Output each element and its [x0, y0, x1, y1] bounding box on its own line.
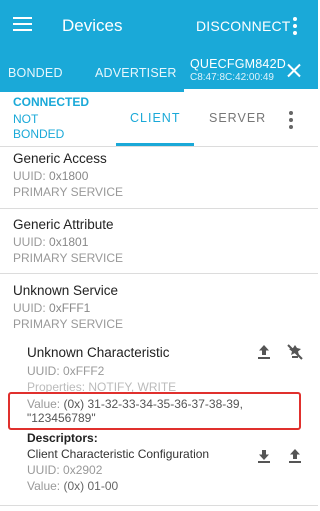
- uuid-label: UUID:: [13, 301, 46, 315]
- page-title: Devices: [62, 16, 123, 35]
- service-type: PRIMARY SERVICE: [13, 251, 124, 265]
- service-name: Generic Access: [13, 151, 107, 166]
- tab-client[interactable]: CLIENT: [130, 111, 180, 125]
- device-tab-bar: BONDED ADVERTISER QUECFGM842D C8:47:8C:4…: [0, 52, 318, 92]
- service-type: PRIMARY SERVICE: [13, 185, 124, 199]
- divider: [0, 208, 318, 209]
- value-label: Value:: [27, 479, 61, 493]
- descriptor-uuid: 0x2902: [63, 463, 103, 477]
- more-vert-icon[interactable]: [289, 111, 293, 132]
- uuid-label: UUID:: [27, 364, 60, 378]
- hamburger-icon[interactable]: [13, 17, 32, 31]
- tab-server[interactable]: SERVER: [209, 111, 266, 125]
- upload-icon[interactable]: [286, 447, 304, 465]
- download-icon[interactable]: [255, 447, 273, 465]
- descriptor-item[interactable]: Descriptors: Client Characteristic Confi…: [27, 431, 267, 493]
- descriptor-value: (0x) 01-00: [63, 479, 119, 493]
- service-uuid: 0x1800: [49, 169, 89, 183]
- uuid-label: UUID:: [13, 169, 46, 183]
- service-item[interactable]: Unknown Service UUID: 0xFFF1 PRIMARY SER…: [13, 283, 123, 331]
- device-mac: C8:47:8C:42:00:49: [190, 72, 274, 83]
- connection-state: CONNECTED: [13, 95, 90, 109]
- upload-icon[interactable]: [255, 343, 273, 361]
- connection-status-bar: CONNECTED NOT BONDED CLIENT SERVER: [0, 92, 318, 146]
- uuid-label: UUID:: [27, 463, 60, 477]
- descriptors-heading: Descriptors:: [27, 431, 98, 445]
- tab-device[interactable]: QUECFGM842D C8:47:8C:42:00:49: [190, 57, 286, 83]
- close-icon[interactable]: [287, 63, 301, 77]
- service-name: Unknown Service: [13, 283, 119, 298]
- service-item[interactable]: Generic Access UUID: 0x1800 PRIMARY SERV…: [13, 151, 123, 199]
- uuid-label: UUID:: [13, 235, 46, 249]
- divider: [0, 273, 318, 274]
- descriptor-name: Client Characteristic Configuration: [27, 447, 210, 461]
- characteristic-uuid: 0xFFF2: [63, 364, 105, 378]
- service-item[interactable]: Generic Attribute UUID: 0x1801 PRIMARY S…: [13, 217, 123, 265]
- bond-state: NOT BONDED: [13, 112, 65, 141]
- tab-advertiser[interactable]: ADVERTISER: [95, 66, 177, 80]
- service-name: Generic Attribute: [13, 217, 114, 232]
- disconnect-button[interactable]: DISCONNECT: [196, 18, 291, 34]
- value-highlight-box: [8, 392, 301, 430]
- notifications-off-icon[interactable]: [286, 343, 304, 361]
- service-uuid: 0x1801: [49, 235, 89, 249]
- device-name: QUECFGM842D: [190, 57, 286, 71]
- service-type: PRIMARY SERVICE: [13, 317, 124, 331]
- more-vert-icon[interactable]: [293, 17, 297, 38]
- app-bar: Devices DISCONNECT: [0, 0, 318, 52]
- divider: [0, 505, 318, 506]
- service-uuid: 0xFFF1: [49, 301, 91, 315]
- divider: [0, 146, 318, 147]
- tab-bonded[interactable]: BONDED: [8, 66, 63, 80]
